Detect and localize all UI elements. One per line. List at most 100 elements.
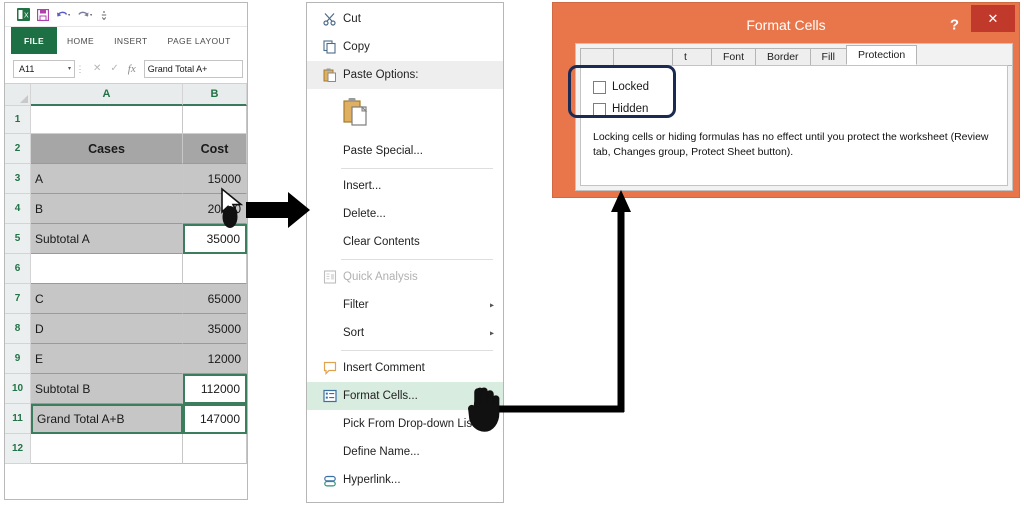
insert-function-icon[interactable]: fx <box>128 63 136 75</box>
cell-a3[interactable]: A <box>31 164 183 194</box>
format-cells-dialog: Format Cells ? ✕ t Font Border Fill Prot… <box>552 2 1020 198</box>
save-icon[interactable] <box>37 8 49 21</box>
quick-analysis-icon <box>317 270 343 284</box>
format-cells-icon <box>317 389 343 403</box>
cell-a6[interactable] <box>31 254 183 284</box>
menu-item-paste-options[interactable]: Paste Options: <box>307 61 503 89</box>
menu-item-copy[interactable]: Copy <box>307 33 503 61</box>
comment-icon <box>317 361 343 375</box>
row-header[interactable]: 9 <box>5 344 31 374</box>
row-header[interactable]: 11 <box>5 404 31 434</box>
menu-item-clear-contents[interactable]: Clear Contents <box>307 228 503 256</box>
redo-icon[interactable] <box>78 9 93 21</box>
menu-item-delete[interactable]: Delete... <box>307 200 503 228</box>
ribbon-tab-strip[interactable]: FILE HOME INSERT PAGE LAYOUT FORMU <box>5 27 247 54</box>
undo-icon[interactable] <box>56 9 71 21</box>
tab-number[interactable] <box>580 48 614 65</box>
locked-checkbox-row[interactable]: Locked <box>593 76 995 98</box>
ribbon-tab-home[interactable]: HOME <box>57 27 104 54</box>
row-header[interactable]: 2 <box>5 134 31 164</box>
cell-a1[interactable] <box>31 106 183 134</box>
dialog-tab-strip[interactable]: t Font Border Fill Protection <box>576 44 1012 66</box>
ribbon-tab-insert[interactable]: INSERT <box>104 27 157 54</box>
close-icon[interactable]: ✕ <box>971 5 1015 32</box>
menu-item-filter[interactable]: Filter ▸ <box>307 291 503 319</box>
flow-arrow-format-cells-to-dialog-icon <box>478 190 812 415</box>
svg-text:X: X <box>24 13 29 20</box>
cell-a12[interactable] <box>31 434 183 464</box>
menu-item-cut[interactable]: Cut <box>307 5 503 33</box>
cancel-icon[interactable]: ✕ <box>93 63 101 74</box>
ribbon-tab-file[interactable]: FILE <box>11 27 58 54</box>
chevron-down-icon[interactable]: ▾ <box>68 65 71 72</box>
protection-note: Locking cells or hiding formulas has no … <box>593 131 989 159</box>
cell-a8[interactable]: D <box>31 314 183 344</box>
ribbon-tab-page-layout[interactable]: PAGE LAYOUT <box>158 27 241 54</box>
column-header-b[interactable]: B <box>183 84 247 106</box>
row-header[interactable]: 12 <box>5 434 31 464</box>
cell-a11[interactable]: Grand Total A+B <box>31 404 183 434</box>
menu-item-hyperlink[interactable]: Hyperlink... <box>307 466 503 494</box>
select-all-corner[interactable] <box>5 84 31 106</box>
menu-item-insert-comment[interactable]: Insert Comment <box>307 354 503 382</box>
menu-item-sort[interactable]: Sort ▸ <box>307 319 503 347</box>
table-row: 7 C 65000 <box>5 284 247 314</box>
hidden-checkbox-row[interactable]: Hidden <box>593 98 995 120</box>
tab-partial[interactable]: t <box>672 48 712 65</box>
cell-a10[interactable]: Subtotal B <box>31 374 183 404</box>
cell-b10[interactable]: 112000 <box>183 374 247 404</box>
tab-font[interactable]: Font <box>711 48 757 65</box>
menu-item-label: Paste Special... <box>343 145 423 157</box>
row-header[interactable]: 5 <box>5 224 31 254</box>
table-row: 1 <box>5 106 247 134</box>
cell-a5[interactable]: Subtotal A <box>31 224 183 254</box>
help-icon[interactable]: ? <box>950 17 959 34</box>
column-header-a[interactable]: A <box>31 84 183 106</box>
table-row: 3 A 15000 <box>5 164 247 194</box>
cell-b7[interactable]: 65000 <box>183 284 247 314</box>
menu-item-paste-special[interactable]: Paste Special... <box>307 137 503 165</box>
cell-a9[interactable]: E <box>31 344 183 374</box>
scissors-icon <box>317 12 343 26</box>
customize-qat-icon[interactable] <box>100 9 108 21</box>
row-header[interactable]: 10 <box>5 374 31 404</box>
menu-item-quick-analysis: Quick Analysis <box>307 263 503 291</box>
table-row: 12 <box>5 434 247 464</box>
cell-b2[interactable]: Cost <box>183 134 247 164</box>
mouse-cursor-arrow-icon <box>218 187 252 229</box>
row-header[interactable]: 3 <box>5 164 31 194</box>
ribbon-tab-formulas[interactable]: FORMU <box>241 27 247 54</box>
menu-item-define-name[interactable]: Define Name... <box>307 438 503 466</box>
cell-b8[interactable]: 35000 <box>183 314 247 344</box>
row-header[interactable]: 1 <box>5 106 31 134</box>
row-header[interactable]: 8 <box>5 314 31 344</box>
table-row: 10 Subtotal B 112000 <box>5 374 247 404</box>
cell-b1[interactable] <box>183 106 247 134</box>
row-header[interactable]: 4 <box>5 194 31 224</box>
paste-clipboard-icon[interactable] <box>343 97 369 130</box>
hidden-checkbox[interactable] <box>593 102 606 116</box>
table-row: 5 Subtotal A 35000 <box>5 224 247 254</box>
name-box[interactable]: A11 ▾ <box>13 59 75 78</box>
cell-a2[interactable]: Cases <box>31 134 183 164</box>
cell-b6[interactable] <box>183 254 247 284</box>
cell-a4[interactable]: B <box>31 194 183 224</box>
menu-item-label: Define Name... <box>343 446 420 458</box>
tab-protection[interactable]: Protection <box>845 45 918 65</box>
tab-border[interactable]: Border <box>755 48 811 65</box>
row-header[interactable]: 6 <box>5 254 31 284</box>
enter-icon[interactable]: ✓ <box>110 63 118 74</box>
locked-checkbox[interactable] <box>593 80 606 94</box>
cell-a7[interactable]: C <box>31 284 183 314</box>
cell-b12[interactable] <box>183 434 247 464</box>
formula-input[interactable]: Grand Total A+ <box>143 59 243 78</box>
tab-alignment[interactable] <box>613 48 673 65</box>
cell-b11[interactable]: 147000 <box>183 404 247 434</box>
table-row: 4 B 20000 <box>5 194 247 224</box>
column-header-row: A B <box>5 84 247 106</box>
paste-options-gallery[interactable] <box>307 89 503 137</box>
cell-b9[interactable]: 12000 <box>183 344 247 374</box>
menu-item-insert[interactable]: Insert... <box>307 172 503 200</box>
tab-fill[interactable]: Fill <box>809 48 847 65</box>
row-header[interactable]: 7 <box>5 284 31 314</box>
